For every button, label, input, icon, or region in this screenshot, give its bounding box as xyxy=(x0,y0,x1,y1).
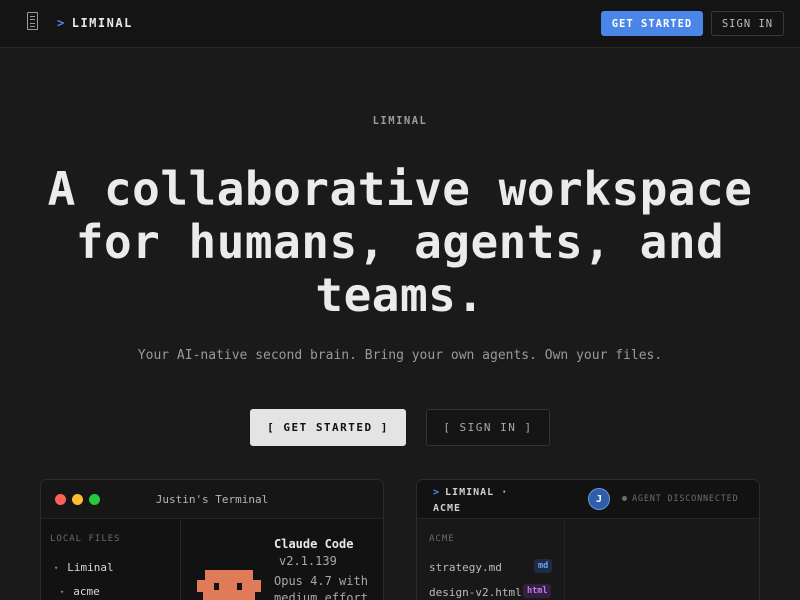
agent-name: Claude Code xyxy=(274,537,354,551)
hero-headline: A collaborative workspace for humans, ag… xyxy=(47,162,753,322)
brand-logo[interactable]: > LIMINAL xyxy=(57,16,133,30)
tree-item-liminal[interactable]: ▾ Liminal xyxy=(54,561,114,574)
workspace-title: > LIMINAL · ACME xyxy=(433,485,543,517)
chevron-down-icon: ▾ xyxy=(60,588,65,596)
agent-model: Opus 4.7 with medium effort xyxy=(274,574,368,600)
prompt-icon: > xyxy=(57,16,66,30)
hero-eyebrow: LIMINAL xyxy=(372,115,428,127)
claude-pixel-mascot-icon xyxy=(197,570,261,600)
local-files-label: LOCAL FILES xyxy=(50,534,121,544)
file-item-strategy[interactable]: strategy.md xyxy=(429,561,502,574)
file-item-design[interactable]: design-v2.html xyxy=(429,586,522,599)
workspace-title-text: LIMINAL · ACME xyxy=(433,487,509,514)
top-nav: > LIMINAL GET STARTED SIGN IN xyxy=(0,0,800,48)
nav-sign-in-button[interactable]: SIGN IN xyxy=(711,11,784,36)
hero-get-started-button[interactable]: [ GET STARTED ] xyxy=(250,409,406,446)
brand-name: LIMINAL xyxy=(71,16,133,30)
tree-item-acme[interactable]: ▾ acme xyxy=(60,585,100,598)
nav-get-started-button[interactable]: GET STARTED xyxy=(601,11,703,36)
tree-item-label: Liminal xyxy=(67,561,114,574)
agent-status-badge: AGENT DISCONNECTED xyxy=(622,494,739,504)
user-avatar[interactable]: J xyxy=(588,488,610,510)
tree-item-label: acme xyxy=(73,585,100,598)
agent-status-text: AGENT DISCONNECTED xyxy=(632,494,739,504)
file-type-badge: md xyxy=(534,559,553,573)
status-dot-icon xyxy=(622,496,627,501)
workspace-window: > LIMINAL · ACME J AGENT DISCONNECTED ACM… xyxy=(416,479,760,600)
terminal-title: Justin's Terminal xyxy=(155,493,269,506)
local-files-sidebar: LOCAL FILES ▾ Liminal ▾ acme xyxy=(41,520,181,600)
workspace-titlebar: > LIMINAL · ACME J AGENT DISCONNECTED xyxy=(417,480,759,519)
chevron-down-icon: ▾ xyxy=(54,564,59,572)
hero-sign-in-button[interactable]: [ SIGN IN ] xyxy=(426,409,550,446)
prompt-icon: > xyxy=(433,487,441,498)
workspace-sidebar: ACME strategy.md md design-v2.html html xyxy=(417,520,565,600)
document-icon xyxy=(27,12,38,30)
file-type-badge: html xyxy=(523,584,552,598)
hero-subhead: Your AI-native second brain. Bring your … xyxy=(137,348,663,363)
terminal-titlebar: Justin's Terminal xyxy=(41,480,383,519)
terminal-window: Justin's Terminal LOCAL FILES ▾ Liminal ▾… xyxy=(40,479,384,600)
workspace-sidebar-label: ACME xyxy=(429,534,455,544)
agent-version: v2.1.139 xyxy=(279,554,337,568)
